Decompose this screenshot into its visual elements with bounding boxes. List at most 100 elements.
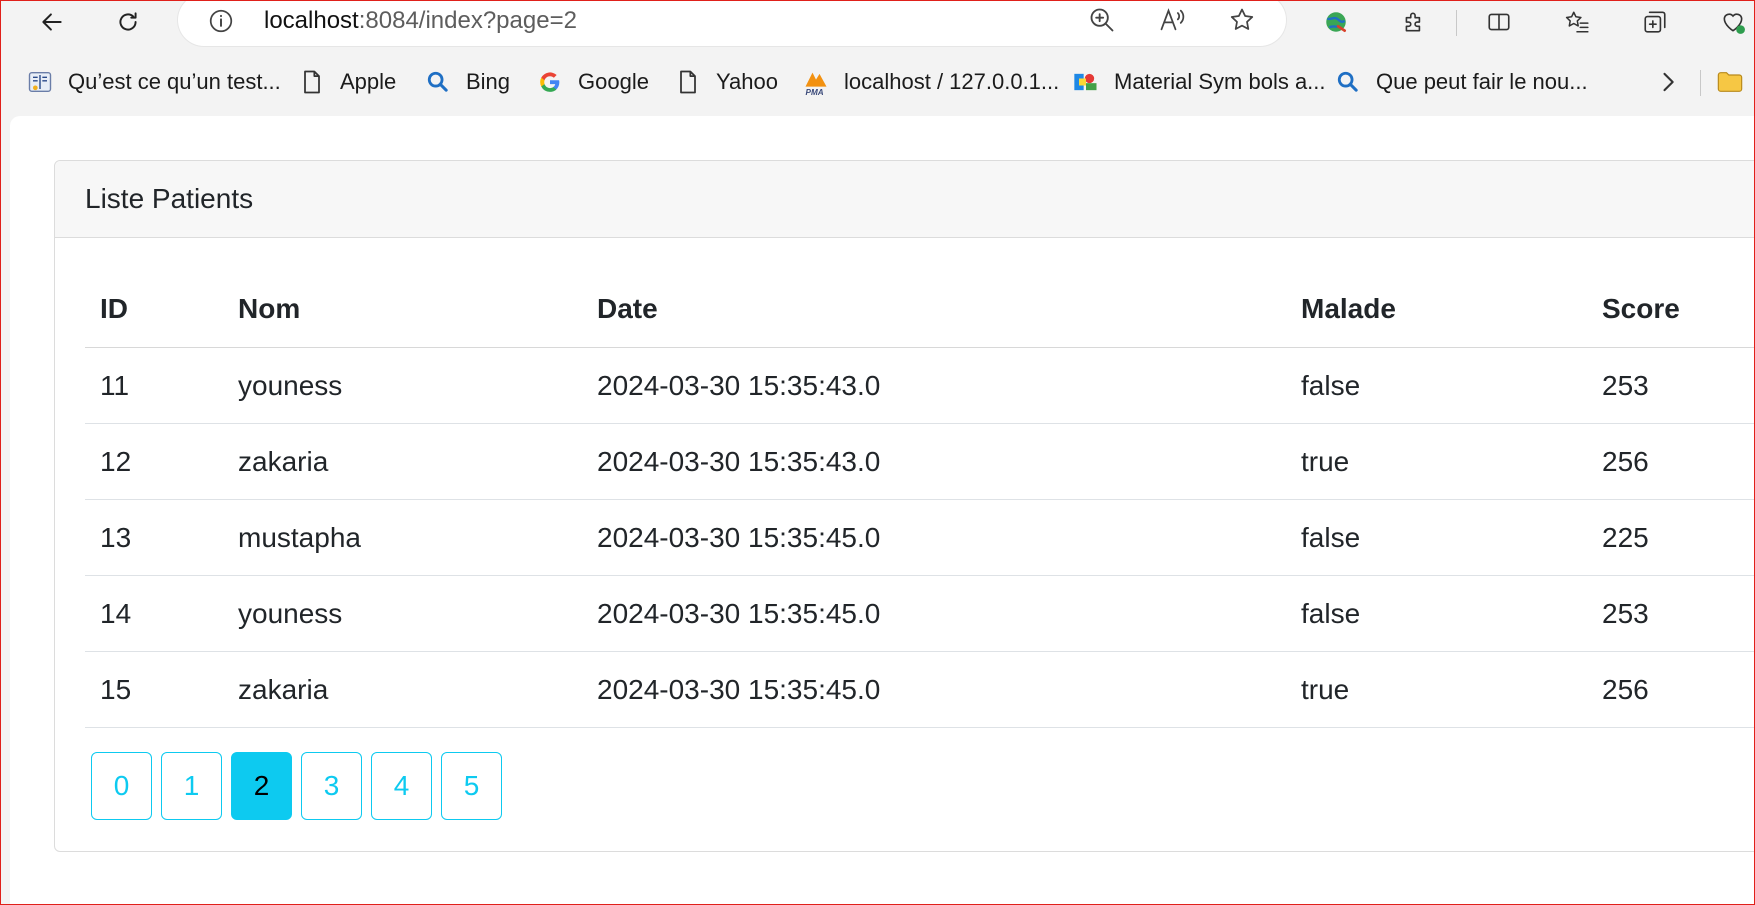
pma-icon: PMA <box>802 68 830 96</box>
cell-nom: youness <box>223 347 582 424</box>
cell-nom: youness <box>223 575 582 652</box>
bookmark-item[interactable]: Google <box>536 64 649 100</box>
column-header-date: Date <box>582 271 1286 348</box>
cell-date: 2024-03-30 15:35:43.0 <box>582 423 1286 500</box>
card-title: Liste Patients <box>85 183 254 214</box>
cell-date: 2024-03-30 15:35:45.0 <box>582 575 1286 652</box>
other-favorites-button[interactable] <box>1716 64 1755 100</box>
material-icon <box>1072 68 1100 96</box>
table-row: 12 zakaria 2024-03-30 15:35:43.0 true 25… <box>85 423 1755 500</box>
refresh-button[interactable] <box>108 2 148 42</box>
cell-score: 256 <box>1587 423 1755 500</box>
browser-essentials-button[interactable] <box>1713 2 1753 42</box>
browser-toolbar: localhost:8084/index?page=2 <box>0 0 1755 46</box>
bookmark-item[interactable]: Yahoo <box>674 64 778 100</box>
refresh-icon <box>119 12 137 31</box>
bookmark-item[interactable]: Apple <box>298 64 396 100</box>
collections-button[interactable] <box>1635 2 1675 42</box>
cell-score: 253 <box>1587 575 1755 652</box>
google-icon <box>536 68 564 96</box>
cell-id: 15 <box>85 651 223 728</box>
svg-text:PMA: PMA <box>806 88 824 96</box>
bookmark-item[interactable]: Bing <box>424 64 510 100</box>
bookmark-label: Google <box>578 69 649 94</box>
page-link-4[interactable]: 4 <box>371 752 432 820</box>
cell-date: 2024-03-30 15:35:45.0 <box>582 499 1286 576</box>
cell-malade: true <box>1286 423 1587 500</box>
favorite-star-icon[interactable] <box>1228 6 1256 34</box>
toolbar-divider <box>1456 10 1457 36</box>
bookmark-item[interactable]: Material Sym bols a... <box>1072 64 1326 100</box>
page-link-5[interactable]: 5 <box>441 752 502 820</box>
cell-score: 256 <box>1587 651 1755 728</box>
cell-malade: false <box>1286 499 1587 576</box>
table-header-row: ID Nom Date Malade Score <box>85 271 1755 348</box>
table-row: 15 zakaria 2024-03-30 15:35:45.0 true 25… <box>85 651 1755 728</box>
column-header-id: ID <box>85 271 223 348</box>
split-screen-icon <box>1488 13 1510 31</box>
cell-score: 225 <box>1587 499 1755 576</box>
bookmark-item[interactable]: PMA localhost / 127.0.0.1... <box>802 64 1059 100</box>
cell-malade: true <box>1286 651 1587 728</box>
cell-id: 14 <box>85 575 223 652</box>
url-host: localhost <box>264 7 359 34</box>
patients-table: ID Nom Date Malade Score 11 youness 2024… <box>85 271 1755 728</box>
bookmark-item[interactable]: Qu’est ce qu’un test... <box>26 64 281 100</box>
page-content: Liste Patients ID Nom Date Malade Score … <box>10 116 1755 905</box>
site-info-icon[interactable] <box>208 8 234 34</box>
url-text: localhost:8084/index?page=2 <box>264 7 577 35</box>
split-screen-button[interactable] <box>1479 2 1519 42</box>
patients-card: Liste Patients ID Nom Date Malade Score … <box>54 160 1755 852</box>
column-header-nom: Nom <box>223 271 582 348</box>
page-link-0[interactable]: 0 <box>91 752 152 820</box>
bookmark-label: Que peut fair le nou... <box>1376 69 1588 94</box>
folder-icon <box>1716 68 1744 96</box>
cell-date: 2024-03-30 15:35:43.0 <box>582 347 1286 424</box>
cell-score: 253 <box>1587 347 1755 424</box>
heart-pulse-icon <box>1723 13 1745 34</box>
card-header: Liste Patients <box>55 161 1755 238</box>
bookmark-label: Bing <box>466 69 511 94</box>
puzzle-icon <box>1405 12 1421 32</box>
collections-icon <box>1644 11 1666 33</box>
cell-malade: false <box>1286 347 1587 424</box>
pagination: 0 1 2 3 4 5 <box>91 752 511 820</box>
favorites-list-icon <box>1565 11 1589 33</box>
column-header-score: Score <box>1587 271 1755 348</box>
search-icon <box>424 68 452 96</box>
table-row: 13 mustapha 2024-03-30 15:35:45.0 false … <box>85 499 1755 576</box>
bookmark-label: Material Sym bols a... <box>1114 69 1326 94</box>
bookmark-label: Qu’est ce qu’un test... <box>68 69 281 94</box>
bookmarks-bar: Qu’est ce qu’un test... Apple Bing Googl… <box>0 60 1755 104</box>
globe-extension-icon <box>1326 12 1347 33</box>
cell-malade: false <box>1286 575 1587 652</box>
page-icon <box>674 68 702 96</box>
cell-nom: zakaria <box>223 651 582 728</box>
extensions-button[interactable] <box>1394 2 1434 42</box>
cell-id: 11 <box>85 347 223 424</box>
bookmark-label: Apple <box>340 69 397 94</box>
bookmark-item[interactable]: Que peut fair le nou... <box>1334 64 1588 100</box>
favorites-button[interactable] <box>1557 2 1597 42</box>
book-icon <box>26 68 54 96</box>
search-icon <box>1334 68 1362 96</box>
page-link-3[interactable]: 3 <box>301 752 362 820</box>
table-row: 14 youness 2024-03-30 15:35:45.0 false 2… <box>85 575 1755 652</box>
extension-globe-button[interactable] <box>1316 2 1356 42</box>
page-icon <box>298 68 326 96</box>
back-arrow-icon <box>42 13 62 31</box>
bookmarks-divider <box>1700 70 1701 96</box>
url-path: :8084/index?page=2 <box>358 7 577 34</box>
zoom-icon[interactable] <box>1088 6 1116 34</box>
table-row: 11 youness 2024-03-30 15:35:43.0 false 2… <box>85 347 1755 424</box>
bookmark-label: localhost / 127.0.0.1... <box>844 69 1060 94</box>
chevron-right-icon <box>1654 68 1682 96</box>
back-button[interactable] <box>32 2 72 42</box>
bookmarks-overflow-button[interactable] <box>1654 64 1696 100</box>
read-aloud-icon[interactable] <box>1158 6 1186 34</box>
cell-nom: mustapha <box>223 499 582 576</box>
column-header-malade: Malade <box>1286 271 1587 348</box>
page-link-1[interactable]: 1 <box>161 752 222 820</box>
address-bar[interactable]: localhost:8084/index?page=2 <box>178 0 1286 46</box>
page-link-2-active[interactable]: 2 <box>231 752 292 820</box>
